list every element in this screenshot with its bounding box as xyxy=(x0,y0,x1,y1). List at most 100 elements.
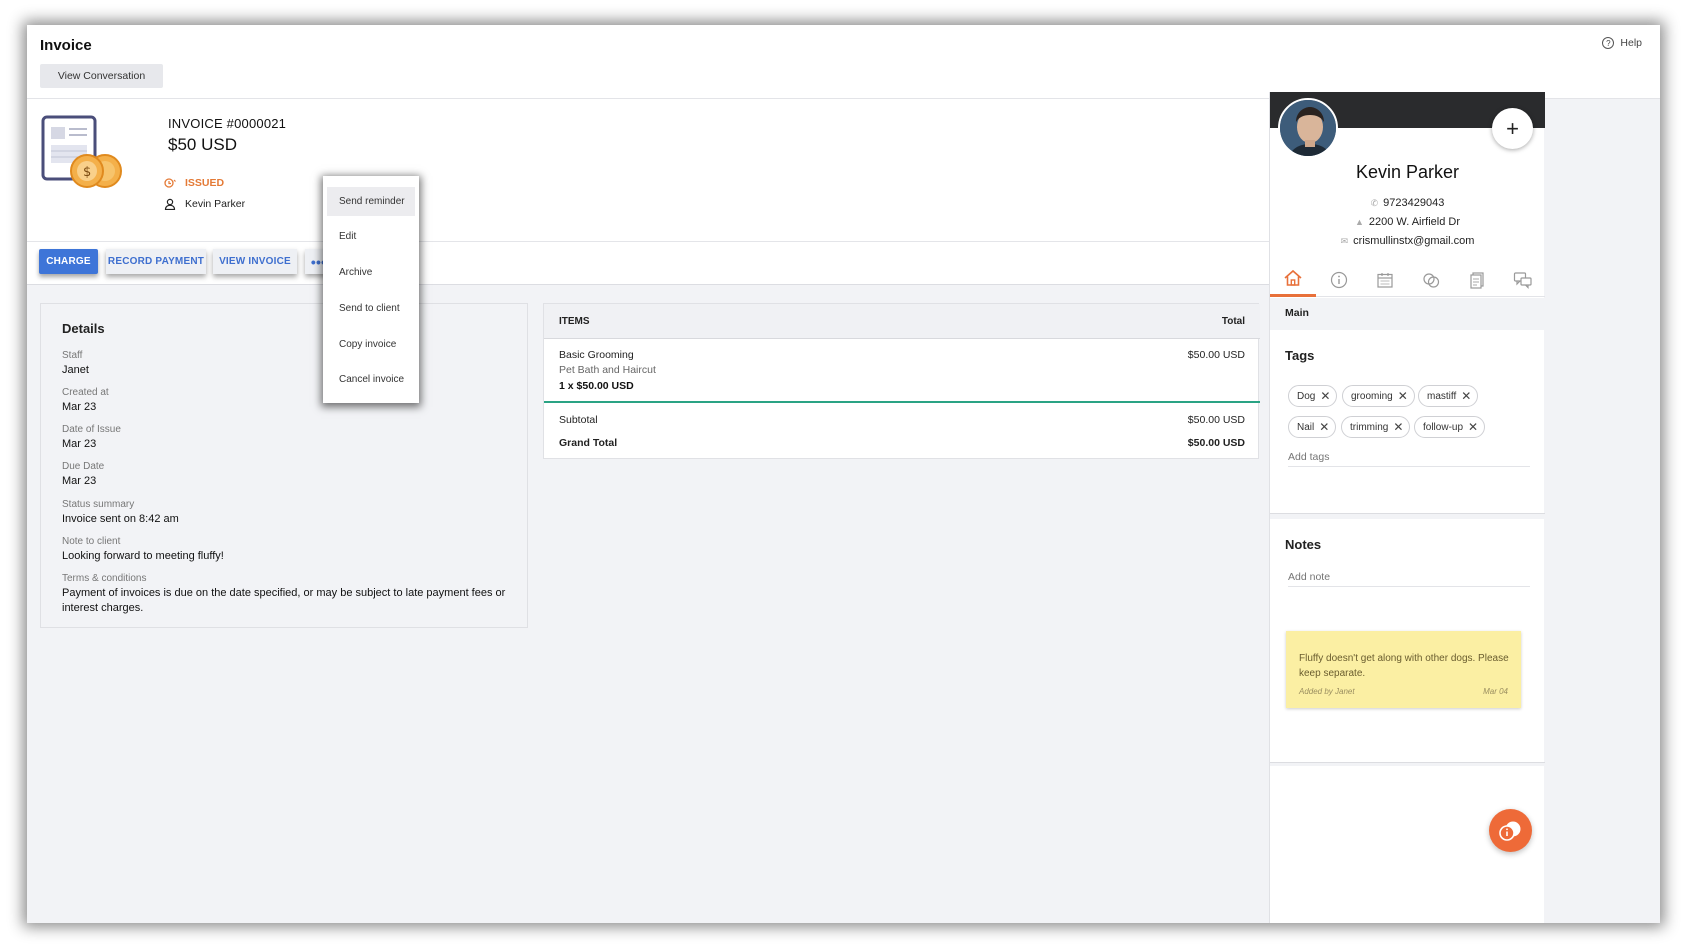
chat-icon xyxy=(1513,271,1532,289)
tab-home[interactable] xyxy=(1270,262,1316,297)
grand-total-value: $50.00 USD xyxy=(1187,437,1245,449)
note-date: Mar 04 xyxy=(1483,687,1508,696)
detail-value: Janet xyxy=(62,364,89,376)
details-card: Details Staff Janet Created at Mar 23 Da… xyxy=(40,303,528,628)
info-icon xyxy=(1330,271,1348,288)
detail-due-date: Due Date Mar 23 xyxy=(62,461,512,489)
active-tab-label: Main xyxy=(1270,298,1545,330)
help-link[interactable]: ? Help xyxy=(1602,37,1642,49)
add-tags-input[interactable] xyxy=(1288,447,1530,467)
column-items: ITEMS xyxy=(559,316,590,327)
tag-label: mastiff xyxy=(1427,390,1457,402)
tab-info[interactable] xyxy=(1316,262,1362,297)
view-conversation-button[interactable]: View Conversation xyxy=(40,64,163,88)
detail-created-at: Created at Mar 23 xyxy=(62,387,512,415)
remove-tag-icon[interactable]: ✕ xyxy=(1320,389,1330,403)
user-icon xyxy=(164,198,176,210)
tab-documents[interactable] xyxy=(1454,262,1500,297)
issued-icon xyxy=(164,178,176,188)
contact-phone[interactable]: ✆ 9723429043 xyxy=(1270,197,1545,209)
detail-staff: Staff Janet xyxy=(62,350,512,378)
detail-date-of-issue: Date of Issue Mar 23 xyxy=(62,424,512,452)
detail-status-summary: Status summary Invoice sent on 8:42 am xyxy=(62,499,512,527)
avatar xyxy=(1278,98,1338,158)
menu-item-cancel-invoice[interactable]: Cancel invoice xyxy=(327,365,415,394)
email-value: crismullinstx@gmail.com xyxy=(1353,235,1475,247)
record-payment-button[interactable]: RECORD PAYMENT xyxy=(106,249,206,274)
invoice-client: Kevin Parker xyxy=(164,198,245,210)
menu-item-copy-invoice[interactable]: Copy invoice xyxy=(327,330,415,359)
detail-label: Due Date xyxy=(62,461,105,472)
detail-label: Note to client xyxy=(62,536,121,547)
main-content: $ INVOICE #0000021 $50 USD ISSUED Kevin … xyxy=(27,99,1363,923)
phone-value: 9723429043 xyxy=(1383,197,1445,209)
page-title: Invoice xyxy=(40,37,92,54)
details-title: Details xyxy=(62,321,105,336)
section-divider xyxy=(1270,762,1545,766)
tag-label: trimming xyxy=(1350,421,1389,433)
items-table: ITEMS Total Basic Grooming Pet Bath and … xyxy=(543,303,1260,459)
note-card[interactable]: Fluffy doesn't get along with other dogs… xyxy=(1286,631,1521,708)
item-description: Pet Bath and Haircut xyxy=(559,364,656,376)
note-author: Added by Janet xyxy=(1299,687,1355,696)
svg-text:$: $ xyxy=(83,165,91,180)
email-icon: ✉ xyxy=(1340,236,1349,246)
app-window: Invoice View Conversation ? Help $ INVOI… xyxy=(27,25,1660,923)
remove-tag-icon[interactable]: ✕ xyxy=(1393,420,1403,434)
add-note-input[interactable] xyxy=(1288,567,1530,587)
location-icon: ▲ xyxy=(1354,217,1364,227)
menu-item-send-to-client[interactable]: Send to client xyxy=(327,294,415,323)
sidebar-tabs xyxy=(1270,262,1545,297)
detail-value: Mar 23 xyxy=(62,438,97,450)
tag-label: Nail xyxy=(1297,421,1315,433)
tag-chip: follow-up ✕ xyxy=(1414,416,1486,438)
tab-links[interactable] xyxy=(1408,262,1454,297)
address-value: 2200 W. Airfield Dr xyxy=(1368,216,1460,228)
subtotal-value: $50.00 USD xyxy=(1187,414,1245,426)
contact-address[interactable]: ▲ 2200 W. Airfield Dr xyxy=(1270,216,1545,228)
more-actions-menu: Send reminder Edit Archive Send to clien… xyxy=(323,176,419,403)
detail-note-to-client: Note to client Looking forward to meetin… xyxy=(62,536,512,564)
subtotal-label: Subtotal xyxy=(559,414,598,426)
support-chat-button[interactable] xyxy=(1489,809,1532,852)
items-table-header: ITEMS Total xyxy=(544,304,1260,339)
detail-label: Terms & conditions xyxy=(62,573,147,584)
item-quantity: 1 x $50.00 USD xyxy=(559,380,634,392)
detail-label: Staff xyxy=(62,350,83,361)
tab-messages[interactable] xyxy=(1500,262,1546,297)
menu-item-archive[interactable]: Archive xyxy=(327,258,415,287)
section-divider xyxy=(1270,513,1545,519)
detail-value: Invoice sent on 8:42 am xyxy=(62,513,179,525)
subtotal-row: Subtotal $50.00 USD xyxy=(559,414,1245,426)
invoice-status: ISSUED xyxy=(164,177,224,189)
avatar-portrait-icon xyxy=(1280,100,1336,156)
tag-chip: Dog ✕ xyxy=(1288,385,1338,407)
menu-item-edit[interactable]: Edit xyxy=(327,222,415,251)
remove-tag-icon[interactable]: ✕ xyxy=(1468,420,1478,434)
client-name[interactable]: Kevin Parker xyxy=(185,198,245,210)
column-total: Total xyxy=(1221,316,1245,327)
help-icon: ? xyxy=(1602,37,1615,49)
link-icon xyxy=(1423,272,1440,288)
remove-tag-icon[interactable]: ✕ xyxy=(1319,420,1329,434)
tab-calendar[interactable] xyxy=(1362,262,1408,297)
remove-tag-icon[interactable]: ✕ xyxy=(1398,389,1408,403)
view-invoice-button[interactable]: VIEW INVOICE xyxy=(213,249,297,274)
item-name: Basic Grooming xyxy=(559,349,634,361)
detail-value: Looking forward to meeting fluffy! xyxy=(62,550,224,562)
contact-email[interactable]: ✉ crismullinstx@gmail.com xyxy=(1270,235,1545,247)
charge-button[interactable]: CHARGE xyxy=(39,249,98,274)
tags-title: Tags xyxy=(1285,348,1315,363)
remove-tag-icon[interactable]: ✕ xyxy=(1461,389,1471,403)
add-button[interactable]: + xyxy=(1492,108,1533,149)
chat-support-icon xyxy=(1498,821,1520,841)
notes-title: Notes xyxy=(1285,537,1322,552)
phone-icon: ✆ xyxy=(1370,198,1379,208)
tag-chip: grooming ✕ xyxy=(1342,385,1415,407)
menu-item-send-reminder[interactable]: Send reminder xyxy=(327,187,415,216)
tag-label: Dog xyxy=(1297,390,1316,402)
help-label: Help xyxy=(1620,37,1642,49)
invoice-summary: $ INVOICE #0000021 $50 USD ISSUED Kevin … xyxy=(27,99,1363,242)
detail-terms: Terms & conditions Payment of invoices i… xyxy=(62,573,512,616)
invoice-amount: $50 USD xyxy=(168,135,237,154)
